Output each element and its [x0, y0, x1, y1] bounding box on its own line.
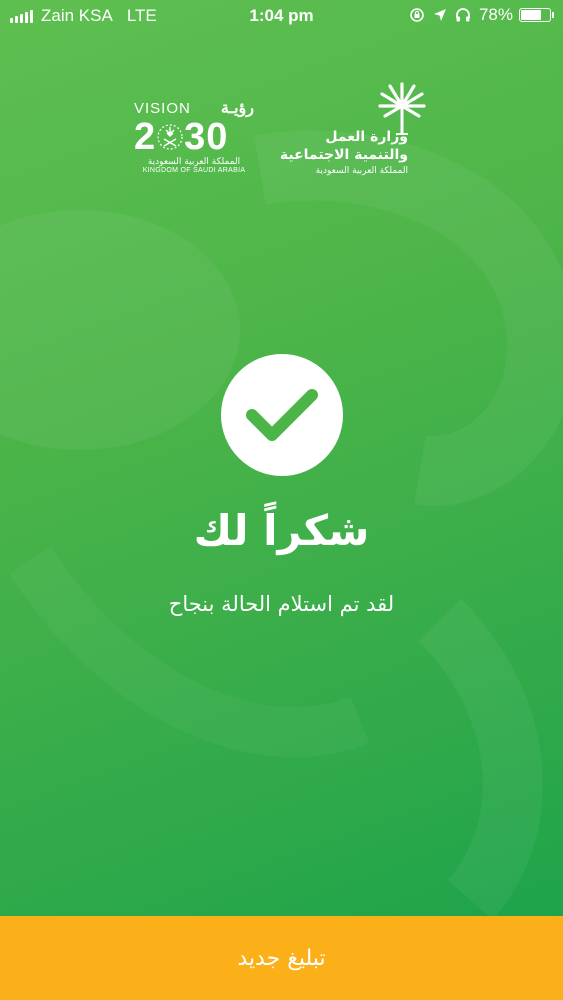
- new-report-button[interactable]: تبليغ جديد: [0, 916, 563, 1000]
- vision-year: 2 30: [134, 118, 254, 156]
- vision-arabic: رؤيـة: [220, 100, 254, 117]
- success-check-badge: [221, 354, 343, 476]
- vision-english-subtitle: KINGDOM OF SAUDI ARABIA: [142, 167, 246, 174]
- battery-icon: [519, 8, 554, 22]
- vision-year-left: 2: [134, 116, 157, 158]
- vision-2030-logo: VISION رؤيـة 2 30 المملكة العربية السعود…: [134, 98, 254, 188]
- status-right: 78%: [401, 5, 554, 25]
- ministry-line-3: المملكة العربية السعودية: [315, 166, 408, 176]
- battery-level: [521, 10, 541, 20]
- orientation-lock-icon: [409, 7, 425, 23]
- check-icon: [246, 389, 318, 441]
- confirmation-screen: Zain KSA LTE 1:04 pm 78% VISION رؤيـة 2 …: [0, 0, 563, 1000]
- vision-arabic-subtitle: المملكة العربية السعودية: [147, 157, 241, 167]
- ministry-line-2: والتنمية الاجتماعية: [279, 147, 408, 163]
- battery-percent: 78%: [478, 5, 513, 24]
- vision-header: VISION رؤيـة: [134, 98, 254, 118]
- ministry-name: وزارة العمل والتنمية الاجتماعية: [280, 128, 408, 164]
- saudi-emblem-icon: [157, 124, 183, 150]
- ministry-logo: وزارة العمل والتنمية الاجتماعية المملكة …: [280, 78, 436, 188]
- thank-you-title: شكراً لك: [193, 506, 370, 555]
- vision-word: VISION: [134, 99, 191, 117]
- ministry-line-1: وزارة العمل: [325, 129, 408, 145]
- status-bar: Zain KSA LTE 1:04 pm 78%: [0, 0, 563, 32]
- vision-year-right: 30: [184, 116, 229, 158]
- success-message: لقد تم استلام الحالة بنجاح: [168, 592, 395, 616]
- location-icon: [433, 8, 447, 22]
- headphones-icon: [455, 7, 471, 23]
